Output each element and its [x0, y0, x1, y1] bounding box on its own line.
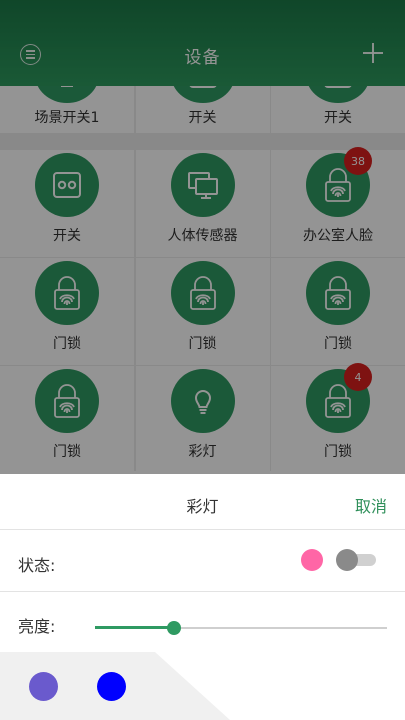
- color-swatch-blue[interactable]: [97, 672, 126, 701]
- toggle-knob[interactable]: [336, 549, 358, 571]
- dim-overlay[interactable]: [0, 0, 405, 474]
- brightness-label: 亮度:: [18, 617, 56, 636]
- current-color-indicator[interactable]: [301, 549, 323, 571]
- color-swatch-purple[interactable]: [29, 672, 58, 701]
- cancel-button[interactable]: 取消: [355, 493, 387, 517]
- state-label: 状态:: [18, 556, 56, 575]
- device-page: 设备 场景开关1 开关 开关 开关 人体传感器 38 办公室人脸 门锁 门锁 门锁 门锁 彩灯 4 门锁 …: [0, 0, 405, 720]
- divider: [0, 529, 405, 530]
- brightness-slider[interactable]: [95, 620, 387, 636]
- sheet-title: 彩灯: [186, 497, 219, 516]
- color-palette: [0, 652, 405, 720]
- slider-thumb[interactable]: [166, 621, 181, 635]
- slider-fill: [95, 626, 174, 629]
- divider: [0, 591, 405, 592]
- power-toggle[interactable]: [336, 549, 376, 571]
